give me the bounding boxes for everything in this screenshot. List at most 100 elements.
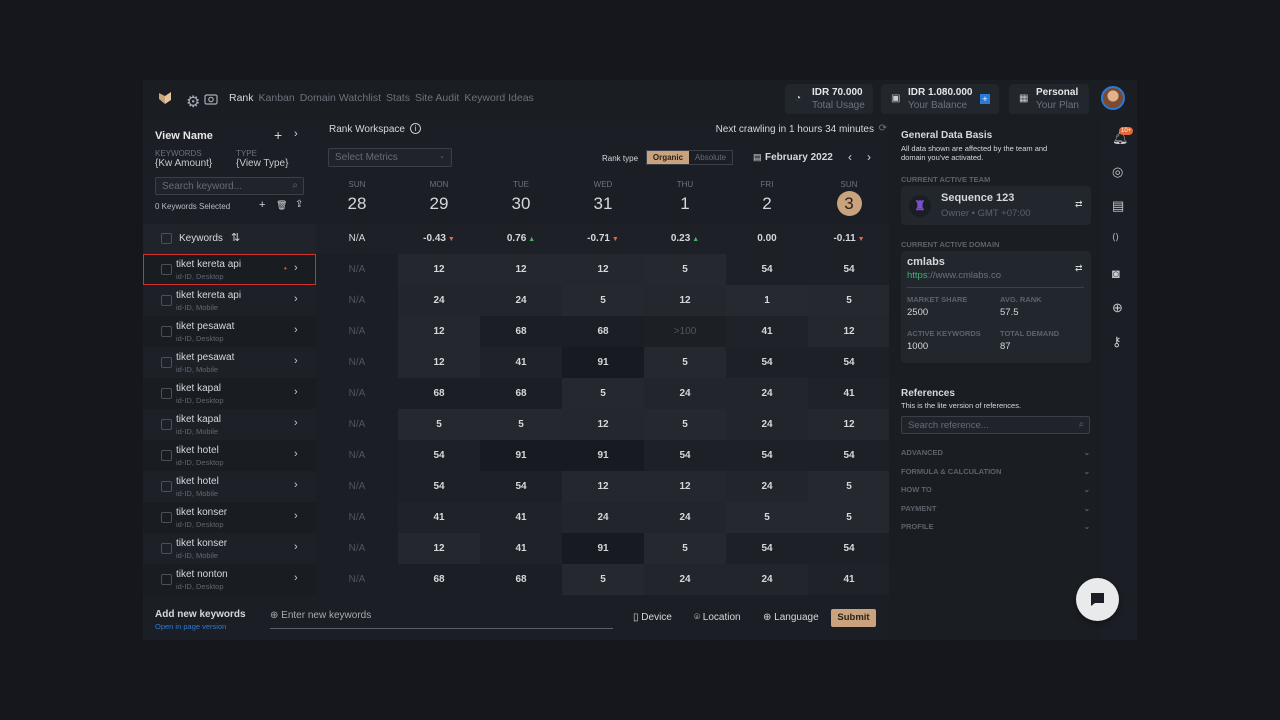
rank-cell[interactable]: N/A [316, 440, 398, 471]
rank-cell[interactable]: 5 [398, 409, 480, 440]
accordion-item[interactable]: HOW TO ⌄ [901, 485, 1090, 494]
prev-month-button[interactable]: ‹ [848, 150, 852, 164]
camera-icon[interactable] [204, 92, 218, 106]
info-icon[interactable]: i [410, 123, 421, 134]
your-plan[interactable]: ▦ Personal Your Plan [1009, 84, 1089, 114]
rank-cell[interactable]: 5 [644, 409, 726, 440]
gear-icon[interactable]: ⚙ [186, 92, 200, 111]
open-page-version-link[interactable]: Open in page version [155, 622, 226, 631]
rank-cell[interactable]: N/A [316, 254, 398, 285]
location-button[interactable]: ⌾ Location [694, 612, 741, 623]
keyword-row[interactable]: tiket hotel id-ID, Mobile › [143, 471, 316, 502]
keyword-row[interactable]: tiket nonton id-ID, Desktop › [143, 564, 316, 595]
rank-cell[interactable]: N/A [316, 533, 398, 564]
total-usage[interactable]: ◔ IDR 70.000 Total Usage [785, 84, 873, 114]
rank-cell[interactable]: 12 [644, 471, 726, 502]
rank-cell[interactable]: 24 [726, 409, 808, 440]
rank-cell[interactable]: 41 [480, 533, 562, 564]
rank-cell[interactable]: 68 [562, 316, 644, 347]
keyword-checkbox[interactable] [161, 543, 172, 554]
chevron-right-icon[interactable]: › [294, 572, 298, 584]
rank-cell[interactable]: 5 [726, 502, 808, 533]
rank-cell[interactable]: 41 [808, 564, 890, 595]
chat-button[interactable] [1076, 578, 1119, 621]
chevron-right-icon[interactable]: › [294, 386, 298, 398]
rank-cell[interactable]: 68 [398, 564, 480, 595]
nav-rank[interactable]: Rank [229, 92, 254, 104]
search-keyword-input[interactable]: Search keyword... ⌕ [155, 177, 304, 195]
rank-cell[interactable]: N/A [316, 564, 398, 595]
domain-url[interactable]: https://www.cmlabs.co [907, 270, 1001, 281]
keyword-checkbox[interactable] [161, 574, 172, 585]
rank-cell[interactable]: 54 [398, 440, 480, 471]
rank-cell[interactable]: N/A [316, 316, 398, 347]
rank-cell[interactable]: 91 [480, 440, 562, 471]
refresh-icon[interactable]: ⟳ [879, 123, 887, 134]
target-icon[interactable]: ◎ [1112, 164, 1126, 179]
chevron-right-icon[interactable]: › [294, 324, 298, 336]
rank-cell[interactable]: 1 [726, 285, 808, 316]
day-number[interactable]: 3 [808, 191, 890, 216]
rank-cell[interactable]: 12 [480, 254, 562, 285]
chevron-right-icon[interactable]: › [294, 417, 298, 429]
nav-kanban[interactable]: Kanban [259, 92, 295, 104]
rank-cell[interactable]: 12 [562, 471, 644, 502]
rank-cell[interactable]: N/A [316, 285, 398, 316]
keyword-checkbox[interactable] [161, 419, 172, 430]
nav-stats[interactable]: Stats [386, 92, 410, 104]
rank-cell[interactable]: 68 [480, 316, 562, 347]
rank-cell[interactable]: 24 [480, 285, 562, 316]
rank-cell[interactable]: 54 [808, 254, 890, 285]
accordion-item[interactable]: ADVANCED ⌄ [901, 448, 1090, 457]
day-number[interactable]: 29 [398, 194, 480, 214]
rank-cell[interactable]: 54 [398, 471, 480, 502]
rank-cell[interactable]: N/A [316, 378, 398, 409]
rank-cell[interactable]: 5 [562, 564, 644, 595]
rank-cell[interactable]: 5 [644, 347, 726, 378]
camera-icon[interactable]: ◙ [1112, 266, 1126, 281]
add-view-button[interactable]: + [274, 127, 282, 143]
rank-cell[interactable]: 12 [562, 254, 644, 285]
chevron-right-icon[interactable]: › [294, 293, 298, 305]
chevron-right-icon[interactable]: › [294, 479, 298, 491]
nav-keyword-ideas[interactable]: Keyword Ideas [464, 92, 533, 104]
keyword-row[interactable]: tiket kapal id-ID, Mobile › [143, 409, 316, 440]
keyword-checkbox[interactable] [161, 264, 172, 275]
next-view-button[interactable]: › [294, 128, 298, 140]
rank-cell[interactable]: 12 [398, 347, 480, 378]
keyword-row[interactable]: tiket konser id-ID, Mobile › [143, 533, 316, 564]
switch-domain-icon[interactable]: ⇄ [1075, 263, 1083, 274]
rank-cell[interactable]: 24 [644, 502, 726, 533]
keyword-checkbox[interactable] [161, 388, 172, 399]
rank-cell[interactable]: 54 [808, 533, 890, 564]
rank-cell[interactable]: 5 [808, 471, 890, 502]
rank-cell[interactable]: 68 [480, 564, 562, 595]
rank-cell[interactable]: >100 [644, 316, 726, 347]
nav-site-audit[interactable]: Site Audit [415, 92, 459, 104]
rank-cell[interactable]: 54 [726, 440, 808, 471]
rank-cell[interactable]: 24 [644, 378, 726, 409]
chevron-right-icon[interactable]: › [294, 510, 298, 522]
keyword-row[interactable]: tiket konser id-ID, Desktop › [143, 502, 316, 533]
export-icon[interactable]: ⇪ [295, 199, 303, 210]
rank-cell[interactable]: N/A [316, 471, 398, 502]
rank-cell[interactable]: N/A [316, 409, 398, 440]
chevron-right-icon[interactable]: › [294, 262, 298, 274]
rank-cell[interactable]: 54 [808, 440, 890, 471]
code-icon[interactable]: ⟨⟩ [1112, 232, 1126, 246]
rank-cell[interactable]: 41 [726, 316, 808, 347]
rank-cell[interactable]: 12 [644, 285, 726, 316]
day-number[interactable]: 1 [644, 194, 726, 214]
day-number[interactable]: 2 [726, 194, 808, 214]
rank-cell[interactable]: 5 [808, 285, 890, 316]
chevron-right-icon[interactable]: › [294, 541, 298, 553]
select-metrics-dropdown[interactable]: Select Metrics ⌄ [328, 148, 452, 167]
rank-cell[interactable]: 12 [398, 254, 480, 285]
accordion-item[interactable]: FORMULA & CALCULATION ⌄ [901, 467, 1090, 476]
rank-cell[interactable]: 5 [644, 254, 726, 285]
rank-cell[interactable]: 54 [480, 471, 562, 502]
rank-cell[interactable]: 12 [398, 533, 480, 564]
rank-cell[interactable]: 54 [726, 254, 808, 285]
rank-cell[interactable]: N/A [316, 502, 398, 533]
rank-cell[interactable]: 54 [644, 440, 726, 471]
